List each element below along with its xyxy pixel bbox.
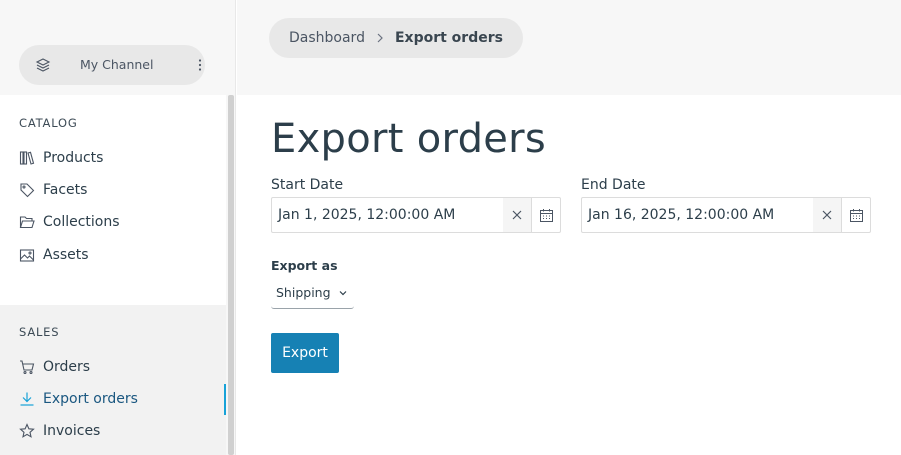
export-as-selected-value: Shipping <box>276 285 331 300</box>
more-vertical-icon[interactable] <box>192 57 208 73</box>
sidebar-item-label: Facets <box>43 182 88 198</box>
end-date-clear-button[interactable] <box>813 198 841 232</box>
channel-name: My Channel <box>80 57 154 72</box>
image-icon <box>19 249 35 262</box>
sidebar-item-export-orders[interactable]: Export orders <box>19 388 224 410</box>
sidebar-item-facets[interactable]: Facets <box>19 179 224 201</box>
export-as-select[interactable]: Shipping <box>271 277 354 309</box>
close-icon <box>512 210 522 220</box>
page-title: Export orders <box>271 116 547 162</box>
sidebar-item-label: Orders <box>43 359 91 375</box>
tag-icon <box>20 183 35 198</box>
breadcrumb: Dashboard Export orders <box>269 18 523 58</box>
end-date-calendar-button[interactable] <box>841 198 870 232</box>
end-date-field[interactable]: Jan 16, 2025, 12:00:00 AM <box>581 197 871 233</box>
sidebar-item-label: Collections <box>43 214 120 230</box>
active-indicator <box>224 384 226 415</box>
export-as-label: Export as <box>271 258 338 273</box>
breadcrumb-item-current: Export orders <box>394 30 503 46</box>
sidebar-item-invoices[interactable]: Invoices <box>19 420 224 442</box>
sidebar-item-products[interactable]: Products <box>19 147 224 169</box>
top-bar: Dashboard Export orders <box>237 0 901 95</box>
chevron-right-icon <box>377 33 383 43</box>
section-title-sales: SALES <box>19 325 60 339</box>
end-date-label: End Date <box>581 177 646 193</box>
layers-icon <box>35 58 51 72</box>
sidebar: My Channel CATALOG Products Facets Colle… <box>0 0 236 455</box>
chevron-down-icon <box>339 290 346 295</box>
star-icon <box>19 423 35 438</box>
download-icon <box>20 392 34 406</box>
sidebar-item-label: Invoices <box>43 423 101 439</box>
start-date-calendar-button[interactable] <box>531 198 560 232</box>
export-button[interactable]: Export <box>271 333 339 373</box>
sidebar-scrollbar[interactable] <box>228 95 234 455</box>
section-title-catalog: CATALOG <box>19 116 78 130</box>
calendar-icon <box>849 208 863 222</box>
breadcrumb-item-dashboard[interactable]: Dashboard <box>289 30 365 46</box>
start-date-field[interactable]: Jan 1, 2025, 12:00:00 AM <box>271 197 561 233</box>
folder-open-icon <box>19 216 35 229</box>
cart-icon <box>20 360 35 375</box>
end-date-input[interactable]: Jan 16, 2025, 12:00:00 AM <box>582 207 813 223</box>
calendar-icon <box>539 208 553 222</box>
sidebar-item-label: Export orders <box>43 391 138 407</box>
sidebar-item-collections[interactable]: Collections <box>19 211 224 233</box>
channel-switcher[interactable]: My Channel <box>19 45 205 85</box>
sidebar-item-orders[interactable]: Orders <box>19 356 224 378</box>
start-date-clear-button[interactable] <box>503 198 531 232</box>
sidebar-item-label: Products <box>43 150 104 166</box>
library-icon <box>19 151 35 165</box>
sidebar-item-assets[interactable]: Assets <box>19 244 224 266</box>
close-icon <box>822 210 832 220</box>
start-date-input[interactable]: Jan 1, 2025, 12:00:00 AM <box>272 207 503 223</box>
sidebar-item-label: Assets <box>43 247 89 263</box>
start-date-label: Start Date <box>271 177 344 193</box>
